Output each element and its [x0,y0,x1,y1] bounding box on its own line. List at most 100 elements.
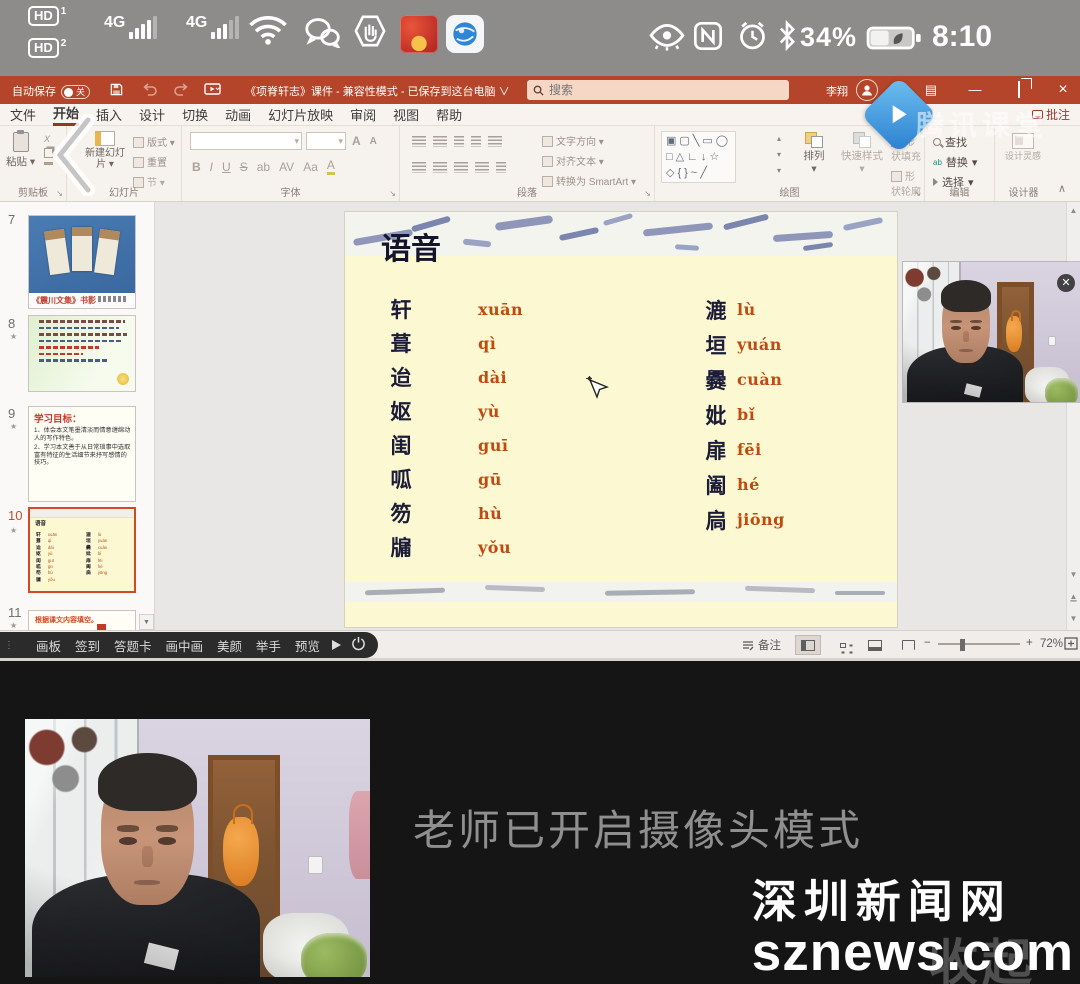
thumbnail-slide-11[interactable]: 根据课文内容填空。 [28,610,136,632]
teacher-video-large[interactable] [25,719,370,977]
battery-percent: 34% [800,22,857,53]
signal-2-icon: 4G [186,16,241,39]
font-name-combo[interactable]: ▾ [190,132,302,150]
align-icons[interactable] [412,162,506,173]
font-size-combo[interactable]: ▾ [306,132,346,150]
notes-icon [742,639,754,651]
strikethrough-icon[interactable]: S [240,160,248,174]
toolbar-item[interactable]: 画中画 [165,636,203,655]
change-case-icon[interactable]: Aa [303,160,318,174]
hand-hexagon-icon [352,14,388,53]
menu-tab[interactable]: 幻灯片放映 [268,105,333,124]
avatar[interactable] [856,79,878,101]
play-icon[interactable] [332,640,341,650]
minimize-button[interactable]: — [960,76,990,104]
shapes-gallery[interactable]: ▣▢╲▭◯□△∟↓☆◇{}~╱ [661,131,736,183]
spacing-icon[interactable]: AV [279,160,294,174]
fit-to-window-icon[interactable] [1064,637,1078,653]
toolbar-item[interactable]: 预览 [295,636,320,655]
zoom-out-icon[interactable]: − [924,637,931,649]
paste-button[interactable]: 粘贴 ▾ [6,132,35,169]
zoom-in-icon[interactable]: + [1026,637,1033,649]
replace-icon: ab [933,158,942,167]
layout-button[interactable]: 版式 ▾ [133,134,175,149]
quick-styles-button[interactable]: 快速样式▾ [837,132,887,175]
restore-button[interactable] [1004,76,1034,104]
menu-tab[interactable]: 动画 [225,105,251,124]
thumb-scroll-down-icon[interactable]: ▼ [139,614,154,630]
thumb-number: 10 [8,508,22,523]
new-slide-icon [95,131,115,146]
thumbnail-slide-8[interactable] [28,315,136,392]
close-video-icon[interactable]: ✕ [1057,274,1075,292]
thumbnail-slide-10-selected[interactable]: 语音 轩xuān葺qì迨dài妪yù闺guī呱gū笏hù牖yǒu 漉lù垣yuá… [28,507,136,593]
replace-button[interactable]: ab替换 ▾ [933,154,977,170]
thumbnail-slide-9[interactable]: 学习目标： 1、体会本文笔墨清淡而情意缠绵动人的写作特色。 2、学习本文善于从日… [28,406,136,502]
back-chevron-overlay[interactable] [46,114,98,201]
nfc-icon [692,20,724,57]
menu-tab[interactable]: 审阅 [350,105,376,124]
search-input[interactable] [549,83,769,97]
toolbar-handle-icon[interactable]: ⋮ [4,640,14,651]
font-color-icon[interactable]: A [327,158,335,175]
animation-star-icon: ★ [10,621,17,630]
dialog-launcher-icon[interactable]: ↘ [914,189,921,198]
collapse-ribbon-icon[interactable]: ∧ [1058,182,1066,195]
toolbar-item[interactable]: 美颜 [217,636,242,655]
align-text-button[interactable]: 对齐文本 ▾ [542,153,636,168]
wechat-icon [302,16,342,53]
watermark: 深圳新闻网 sznews.com [752,879,1074,979]
save-icon[interactable] [110,83,123,99]
bold-icon[interactable]: B [192,160,201,174]
normal-view-button[interactable] [795,635,821,655]
slideshow-view-button[interactable] [895,635,921,655]
menu-tab[interactable]: 视图 [393,105,419,124]
thumb-number: 8 [8,316,15,331]
search-box[interactable] [527,80,789,100]
animation-star-icon: ★ [10,422,17,431]
close-button[interactable]: × [1048,76,1078,104]
toolbar-item[interactable]: 签到 [75,636,100,655]
zoom-percent[interactable]: 72% [1040,638,1063,650]
italic-icon[interactable]: I [210,160,213,174]
toolbar-item[interactable]: 举手 [256,636,281,655]
text-direction-button[interactable]: 文字方向 ▾ [542,133,636,148]
clock-time: 8:10 [932,20,992,54]
zoom-slider-thumb[interactable] [960,639,965,651]
zoom-slider[interactable] [938,643,1020,645]
user-name[interactable]: 李翔 [826,83,848,99]
menu-tab[interactable]: 设计 [139,105,165,124]
autosave-toggle[interactable]: 自动保存关 [12,83,90,99]
teacher-video-small[interactable]: ✕ [903,262,1080,402]
document-title[interactable]: 《项脊轩志》课件 - 兼容性模式 - 已保存到这台电脑 ∨ [245,83,527,99]
signal-1-icon: 4G [104,16,159,39]
start-presentation-icon[interactable] [204,83,224,100]
list-indent-icons[interactable] [412,136,502,147]
notes-button[interactable]: 备注 [742,637,781,653]
shapes-scroll[interactable]: ▴▾▾ [777,134,781,175]
autosave-label: 自动保存 [12,86,56,98]
phone-screen: HD1 HD2 4G 4G 34% [0,0,1080,984]
slide-sorter-view-button[interactable] [830,635,856,655]
dialog-launcher-icon[interactable]: ↘ [644,189,651,198]
undo-icon[interactable] [142,83,157,99]
slide-editing-area[interactable]: 语音 轩xuān葺qì迨dài妪yù闺guī呱gū笏hù牖yǒu 漉lù垣yuá… [345,212,897,627]
reset-button[interactable]: 重置 [133,154,175,169]
shadow-icon[interactable]: ab [257,160,270,174]
menu-tab[interactable]: 帮助 [436,105,462,124]
next-slide-icon: ▼ [1067,614,1080,623]
thumbnail-slide-7[interactable]: 《震川文集》书影 [28,215,136,309]
reading-view-button[interactable] [862,635,888,655]
arrange-button[interactable]: 排列▾ [789,132,839,175]
menu-tab[interactable]: 插入 [96,105,122,124]
menu-tab[interactable]: 文件 [10,105,36,124]
toolbar-item[interactable]: 答题卡 [114,636,152,655]
toolbar-item[interactable]: 画板 [36,636,61,655]
power-icon[interactable] [351,636,366,654]
pinyin-column-left: 轩xuān葺qì迨dài妪yù闺guī呱gū笏hù牖yǒu [388,292,523,564]
classroom-toolbar: ⋮ 画板签到答题卡画中画美颜举手预览 [0,632,378,658]
dialog-launcher-icon[interactable]: ↘ [389,189,396,198]
redo-icon[interactable] [174,83,189,99]
menu-tab[interactable]: 切换 [182,105,208,124]
underline-icon[interactable]: U [222,160,231,174]
